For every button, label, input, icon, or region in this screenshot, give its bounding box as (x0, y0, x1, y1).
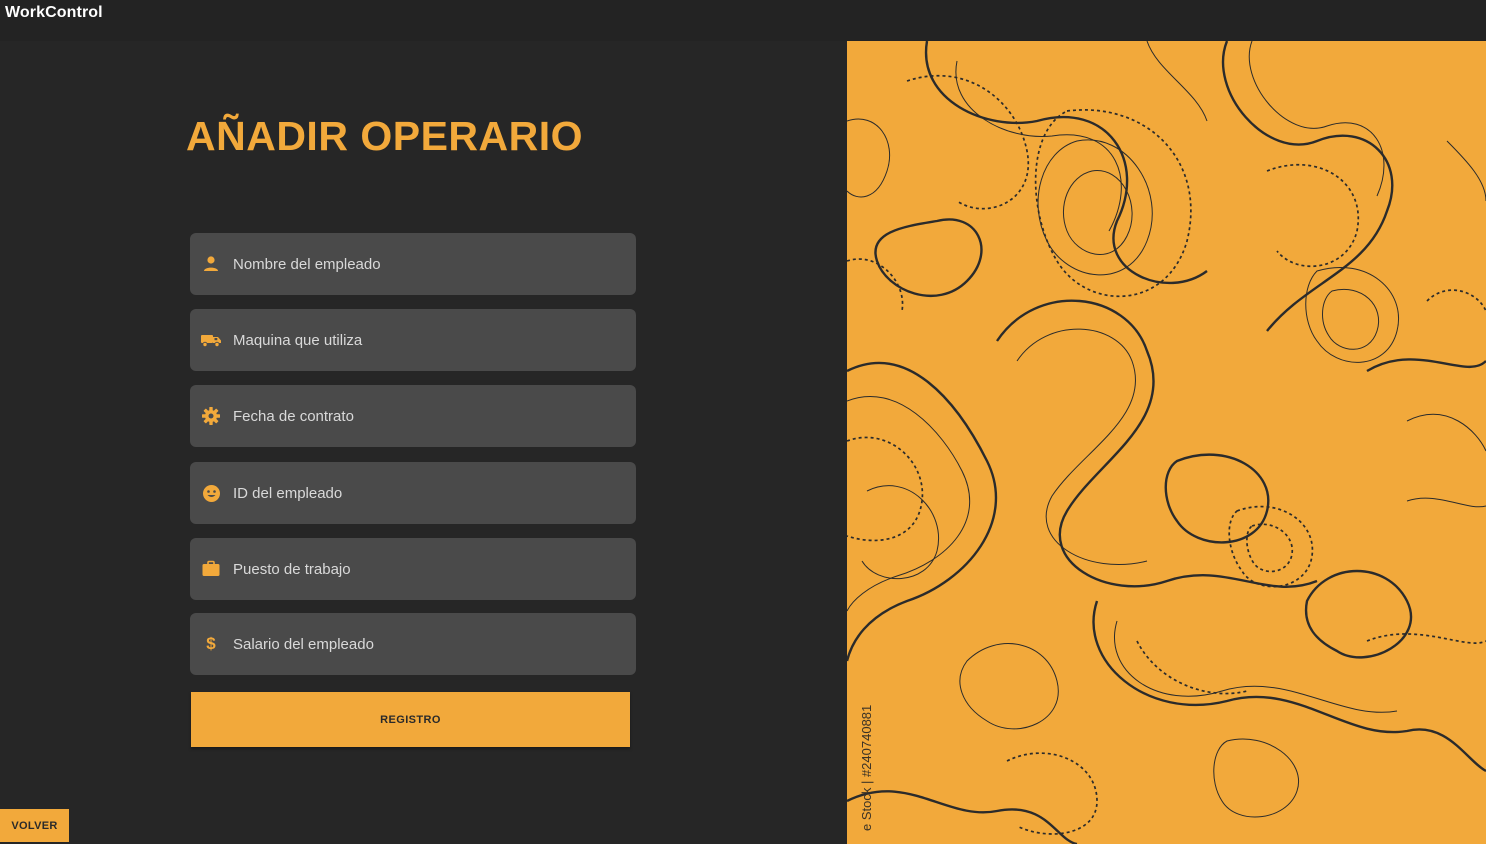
back-button[interactable]: VOLVER (0, 809, 69, 842)
dollar-icon: $ (206, 634, 216, 653)
stock-watermark: e Stock | #240740881 (859, 704, 874, 831)
salary-field[interactable]: $ Salario del empleado (190, 613, 636, 675)
form-panel: AÑADIR OPERARIO Nombre del empleado Maqu… (0, 41, 847, 844)
topographic-image: e Stock | #240740881 (847, 41, 1486, 844)
job-position-field[interactable]: Puesto de trabajo (190, 538, 636, 600)
employee-id-placeholder: ID del empleado (233, 484, 343, 502)
page-title: AÑADIR OPERARIO (186, 113, 584, 159)
job-position-placeholder: Puesto de trabajo (233, 560, 351, 578)
topographic-pattern (847, 41, 1486, 844)
person-icon (200, 253, 222, 275)
smiley-icon (200, 482, 222, 504)
truck-icon (200, 329, 222, 351)
employee-id-field[interactable]: ID del empleado (190, 462, 636, 524)
bottom-strip (0, 844, 1486, 852)
employee-name-field[interactable]: Nombre del empleado (190, 233, 636, 295)
register-button[interactable]: REGISTRO (191, 692, 630, 747)
contract-date-field[interactable]: Fecha de contrato (190, 385, 636, 447)
app-title: WorkControl (5, 4, 103, 21)
briefcase-icon (200, 558, 222, 580)
employee-name-placeholder: Nombre del empleado (233, 255, 381, 273)
machine-field[interactable]: Maquina que utiliza (190, 309, 636, 371)
gear-icon (200, 405, 222, 427)
contract-date-placeholder: Fecha de contrato (233, 407, 354, 425)
salary-placeholder: Salario del empleado (233, 635, 374, 653)
machine-placeholder: Maquina que utiliza (233, 331, 363, 349)
title-bar: WorkControl (0, 0, 1486, 42)
